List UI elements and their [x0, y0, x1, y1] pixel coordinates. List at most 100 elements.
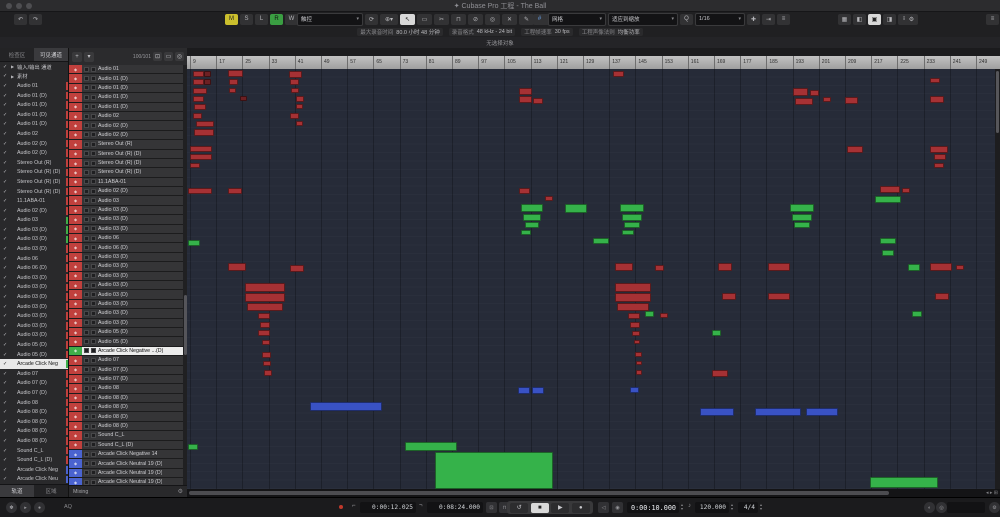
solo-box[interactable] — [91, 461, 96, 466]
audio-clip[interactable] — [630, 322, 640, 328]
track-row[interactable]: ◆Stereo Out (R) (D) — [69, 159, 183, 168]
record-arm-strip[interactable]: ◆ — [69, 403, 82, 411]
audio-clip[interactable] — [525, 222, 539, 228]
record-arm-strip[interactable]: ◆ — [69, 131, 82, 139]
tool-button-4[interactable]: ⊘ — [468, 14, 483, 25]
audio-clip[interactable] — [882, 250, 894, 256]
track-main[interactable]: Stereo Out (R) — [82, 140, 183, 148]
mute-box[interactable] — [84, 292, 89, 297]
zone-button-0[interactable]: ▦ — [838, 14, 851, 25]
mute-box[interactable] — [84, 208, 89, 213]
track-main[interactable]: Audio 01 (D) — [82, 74, 183, 82]
check-icon[interactable]: ✓ — [3, 256, 11, 262]
record-arm-strip[interactable]: ◆ — [69, 337, 82, 345]
track-row[interactable]: ◆Audio 06 — [69, 234, 183, 243]
audio-clip[interactable] — [622, 214, 642, 221]
track-row[interactable]: ◆Arcade Click Neutral 19 (D) — [69, 459, 183, 468]
check-icon[interactable]: ✓ — [3, 390, 11, 396]
record-arm-strip[interactable]: ◆ — [69, 159, 82, 167]
mute-box[interactable] — [84, 283, 89, 288]
audio-clip[interactable] — [435, 452, 553, 489]
record-arm-strip[interactable]: ◆ — [69, 187, 82, 195]
solo-box[interactable] — [91, 377, 96, 382]
check-icon[interactable]: ✓ — [3, 217, 11, 223]
audio-clip[interactable] — [228, 263, 246, 271]
visibility-bottom-tab[interactable]: 区域 — [34, 485, 68, 497]
record-arm-strip[interactable]: ◆ — [69, 394, 82, 402]
transport-gear-icon[interactable]: ⚙ — [989, 502, 1000, 513]
record-arm-strip[interactable]: ◆ — [69, 300, 82, 308]
record-arm-strip[interactable]: ◆ — [69, 422, 82, 430]
audio-clip[interactable] — [636, 370, 642, 375]
check-icon[interactable]: ✓ — [3, 64, 11, 70]
lock-icon[interactable]: ⊡ — [153, 52, 162, 61]
solo-box[interactable] — [91, 273, 96, 278]
mute-box[interactable] — [84, 104, 89, 109]
visibility-item[interactable]: ✓Audio 06 (D) — [0, 263, 68, 273]
track-row[interactable]: ◆Audio 03 — [69, 196, 183, 205]
visibility-item[interactable]: ✓Audio 03 (D) — [0, 244, 68, 254]
mute-box[interactable] — [84, 236, 89, 241]
audio-clip[interactable] — [908, 264, 920, 271]
audio-clip[interactable] — [229, 88, 236, 93]
state-button-s[interactable]: S — [240, 14, 253, 25]
check-icon[interactable]: ✓ — [3, 208, 11, 214]
audio-clip[interactable] — [615, 283, 651, 292]
solo-box[interactable] — [91, 123, 96, 128]
track-main[interactable]: Sound C_L — [82, 431, 183, 439]
check-icon[interactable]: ✓ — [3, 73, 11, 79]
audio-clip[interactable] — [405, 442, 457, 451]
visibility-item[interactable]: ✓Audio 03 (D) — [0, 225, 68, 235]
record-arm-strip[interactable]: ◆ — [69, 431, 82, 439]
visibility-item[interactable]: ✓Audio 03 — [0, 216, 68, 226]
record-arm-strip[interactable]: ◆ — [69, 243, 82, 251]
audio-clip[interactable] — [930, 78, 940, 83]
visibility-item[interactable]: ✓Audio 01 — [0, 81, 68, 91]
track-row[interactable]: ◆Audio 01 — [69, 65, 183, 74]
mute-box[interactable] — [84, 367, 89, 372]
track-main[interactable]: Audio 01 (D) — [82, 84, 183, 92]
track-main[interactable]: Audio 02 (D) — [82, 121, 183, 129]
solo-box[interactable] — [91, 301, 96, 306]
audio-clip[interactable] — [519, 96, 532, 103]
track-main[interactable]: Arcade Click Negative 14 — [82, 450, 183, 458]
visibility-item[interactable]: ✓11.1ABA-01 — [0, 196, 68, 206]
audio-clip[interactable] — [240, 96, 247, 101]
audio-clip[interactable] — [615, 293, 651, 302]
record-arm-strip[interactable]: ◆ — [69, 140, 82, 148]
track-row[interactable]: ◆Audio 03 (D) — [69, 206, 183, 215]
track-row[interactable]: ◆Audio 02 (D) — [69, 131, 183, 140]
audio-clip[interactable] — [845, 97, 858, 104]
auto-punch-button[interactable]: ⊕▾ — [380, 14, 398, 25]
solo-box[interactable] — [91, 85, 96, 90]
audio-clip[interactable] — [245, 293, 285, 302]
add-track-button[interactable]: + — [72, 52, 82, 62]
mute-box[interactable] — [84, 67, 89, 72]
track-row[interactable]: ◆Audio 03 (D) — [69, 272, 183, 281]
check-icon[interactable]: ✓ — [3, 467, 11, 473]
visibility-item[interactable]: ✓Stereo Out (R) — [0, 158, 68, 168]
visibility-item[interactable]: ✓Stereo Out (R) (D) — [0, 187, 68, 197]
track-row[interactable]: ◆Audio 01 (D) — [69, 74, 183, 83]
audio-clip[interactable] — [194, 129, 214, 136]
track-main[interactable]: Audio 03 (D) — [82, 225, 183, 233]
audio-clip[interactable] — [190, 163, 200, 168]
track-row[interactable]: ◆Audio 08 (D) — [69, 403, 183, 412]
tempo-display[interactable]: 120.000 — [695, 502, 729, 513]
check-icon[interactable]: ✓ — [3, 304, 11, 310]
audio-align-button[interactable]: ≡ — [777, 14, 790, 25]
audio-clip[interactable] — [956, 265, 964, 270]
transport-left-icon-2[interactable]: ● — [34, 502, 45, 513]
check-icon[interactable]: ✓ — [3, 141, 11, 147]
audio-clip[interactable] — [523, 214, 541, 221]
mute-box[interactable] — [84, 424, 89, 429]
record-arm-strip[interactable]: ◆ — [69, 347, 82, 355]
mute-box[interactable] — [84, 320, 89, 325]
track-row[interactable]: ◆Sound C_L — [69, 431, 183, 440]
check-icon[interactable]: ✓ — [3, 313, 11, 319]
record-button[interactable]: ● — [572, 503, 590, 513]
solo-box[interactable] — [91, 452, 96, 457]
check-icon[interactable]: ✓ — [3, 236, 11, 242]
record-arm-strip[interactable]: ◆ — [69, 262, 82, 270]
tool-button-2[interactable]: ✂ — [434, 14, 449, 25]
